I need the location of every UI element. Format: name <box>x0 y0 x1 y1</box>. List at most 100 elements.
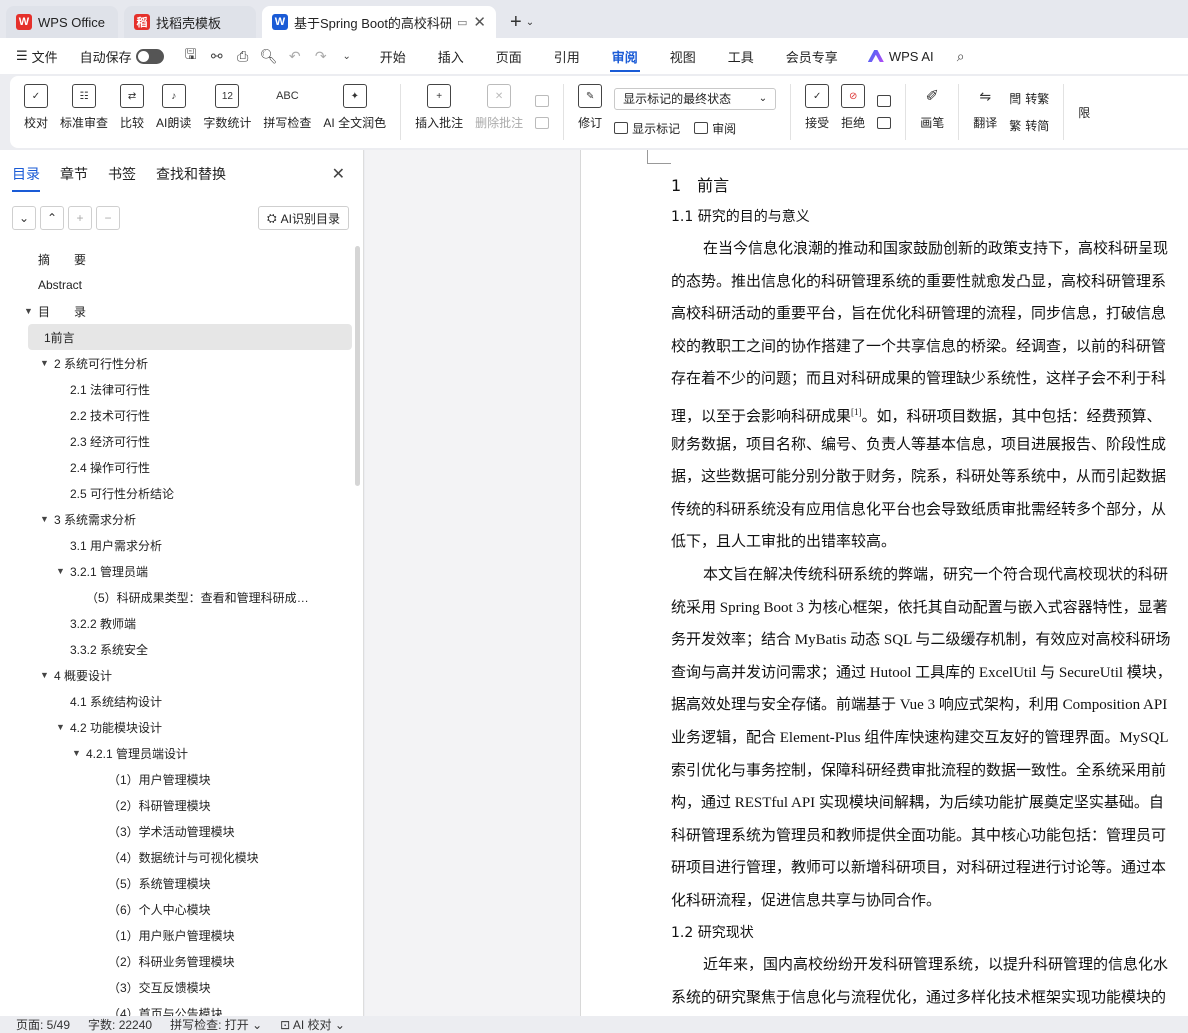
toc-item[interactable]: Abstract <box>0 272 364 298</box>
chevron-down-icon[interactable]: ⌄ <box>338 47 356 65</box>
document-page[interactable]: 1 前言 1.1 研究的目的与意义 在当今信息化浪潮的推动和国家鼓励创新的政策支… <box>580 150 1188 1016</box>
tab-view[interactable]: 视图 <box>668 39 698 74</box>
restrict-button[interactable]: 限 <box>1078 104 1090 121</box>
toc-item[interactable]: 2.4 操作可行性 <box>0 454 364 480</box>
link-icon[interactable]: ⚯ <box>208 47 226 65</box>
print-icon[interactable]: ⎙ <box>234 47 252 65</box>
expand-arrow-icon[interactable]: ▼ <box>40 358 49 368</box>
print-preview-icon[interactable]: 🔍︎ <box>260 47 278 65</box>
accept-button[interactable]: ✓ 接受 <box>805 76 829 148</box>
to-simplified-button[interactable]: 繁 转简 <box>1009 117 1049 134</box>
page-indicator[interactable]: 页面: 5/49 <box>16 1016 70 1033</box>
translate-button[interactable]: ⇋ 翻译 <box>973 76 997 148</box>
undo-icon[interactable]: ↶ <box>286 47 304 65</box>
insert-comment-button[interactable]: + 插入批注 <box>415 76 463 148</box>
toc-item[interactable]: （1）用户账户管理模块 <box>0 922 364 948</box>
expand-arrow-icon[interactable]: ▼ <box>40 670 49 680</box>
to-traditional-button[interactable]: 閆 转繁 <box>1009 90 1049 107</box>
toc-item[interactable]: （5）系统管理模块 <box>0 870 364 896</box>
proofread-button[interactable]: ✓ 校对 <box>24 76 48 148</box>
toc-item[interactable]: ▼ 4.2.1 管理员端设计 <box>0 740 364 766</box>
tab-insert[interactable]: 插入 <box>436 39 466 74</box>
toc-item[interactable]: 3.1 用户需求分析 <box>0 532 364 558</box>
chevron-down-icon[interactable]: ⌄ <box>526 17 534 28</box>
toc-item[interactable]: （2）科研管理模块 <box>0 792 364 818</box>
search-icon[interactable]: ⌕ <box>952 47 970 65</box>
redo-icon[interactable]: ↷ <box>312 47 330 65</box>
word-count-indicator[interactable]: 字数: 22240 <box>88 1016 152 1033</box>
toc-item[interactable]: ▼ 2 系统可行性分析 <box>0 350 364 376</box>
collapse-icon[interactable]: ⌄ <box>12 206 36 230</box>
autosave-toggle[interactable]: 自动保存 <box>80 47 164 66</box>
ai-polish-button[interactable]: ✦ AI 全文润色 <box>323 76 386 148</box>
review-pane-button[interactable]: 审阅 <box>712 120 736 137</box>
word-count-button[interactable]: 12 字数统计 <box>203 76 251 148</box>
close-icon[interactable]: ✕ <box>332 164 345 184</box>
tab-tools[interactable]: 工具 <box>726 39 756 74</box>
citation-ref[interactable]: [1] <box>851 407 862 417</box>
remove-icon[interactable]: − <box>96 206 120 230</box>
ai-read-button[interactable]: ♪ AI朗读 <box>156 76 191 148</box>
nav-tab-sections[interactable]: 章节 <box>60 164 88 192</box>
tab-wps-office[interactable]: W WPS Office <box>6 6 118 38</box>
toc-item[interactable]: ▼ 4.2 功能模块设计 <box>0 714 364 740</box>
toc-item[interactable]: ▼ 3.2.1 管理员端 <box>0 558 364 584</box>
prev-change-icon[interactable] <box>877 95 892 107</box>
toc-item[interactable]: 2.2 技术可行性 <box>0 402 364 428</box>
toc-item[interactable]: （3）交互反馈模块 <box>0 974 364 1000</box>
file-menu[interactable]: ☰ 文件 <box>16 47 58 66</box>
tab-home[interactable]: 开始 <box>378 39 408 74</box>
save-icon[interactable]: 🖫 <box>182 46 200 65</box>
toc-item[interactable]: （1）用户管理模块 <box>0 766 364 792</box>
add-icon[interactable]: + <box>68 206 92 230</box>
toc-item[interactable]: 2.5 可行性分析结论 <box>0 480 364 506</box>
toc-item[interactable]: 3.2.2 教师端 <box>0 610 364 636</box>
standard-review-button[interactable]: ☷ 标准审查 <box>60 76 108 148</box>
toc-item[interactable]: ▼ 3 系统需求分析 <box>0 506 364 532</box>
toc-item[interactable]: 2.1 法律可行性 <box>0 376 364 402</box>
next-comment-icon[interactable] <box>535 117 550 129</box>
expand-icon[interactable]: ⌃ <box>40 206 64 230</box>
toc-item[interactable]: 3.3.2 系统安全 <box>0 636 364 662</box>
nav-tab-find-replace[interactable]: 查找和替换 <box>156 164 226 192</box>
toc-item[interactable]: 1前言 <box>28 324 352 350</box>
nav-tab-bookmarks[interactable]: 书签 <box>108 164 136 192</box>
tab-docer[interactable]: 稻 找稻壳模板 <box>124 6 256 38</box>
tab-review[interactable]: 审阅 <box>609 39 640 74</box>
toc-item[interactable]: 4.1 系统结构设计 <box>0 688 364 714</box>
toc-item[interactable]: （4）数据统计与可视化模块 <box>0 844 364 870</box>
toc-item[interactable]: ▼ 4 概要设计 <box>0 662 364 688</box>
tab-page[interactable]: 页面 <box>494 39 524 74</box>
delete-comment-button[interactable]: ✕ 删除批注 <box>475 76 523 148</box>
wps-ai-button[interactable]: WPS AI <box>867 49 934 64</box>
toc-item[interactable]: 2.3 经济可行性 <box>0 428 364 454</box>
close-tab-icon[interactable]: ✕ <box>473 13 486 31</box>
expand-arrow-icon[interactable]: ▼ <box>72 748 81 758</box>
spell-check-indicator[interactable]: 拼写检查: 打开 ⌄ <box>170 1016 262 1033</box>
toc-item[interactable]: （2）科研业务管理模块 <box>0 948 364 974</box>
next-change-icon[interactable] <box>877 117 892 129</box>
expand-arrow-icon[interactable]: ▼ <box>24 306 33 316</box>
pen-button[interactable]: ✐ 画笔 <box>920 76 944 148</box>
toggle-switch[interactable] <box>135 48 164 64</box>
new-tab-button[interactable]: + ⌄ <box>502 6 542 38</box>
nav-tab-toc[interactable]: 目录 <box>12 164 40 192</box>
toc-item[interactable]: （3）学术活动管理模块 <box>0 818 364 844</box>
spell-check-button[interactable]: ABC 拼写检查 <box>263 76 311 148</box>
toc-item[interactable]: 摘 要 <box>0 246 364 272</box>
expand-arrow-icon[interactable]: ▼ <box>56 722 65 732</box>
tab-member[interactable]: 会员专享 <box>784 39 840 74</box>
ai-proof-indicator[interactable]: ⊡ AI 校对 ⌄ <box>280 1016 345 1033</box>
toc-item[interactable]: （6）个人中心模块 <box>0 896 364 922</box>
toc-item[interactable]: ▼ 目 录 <box>0 298 364 324</box>
show-markup-button[interactable]: 显示标记 <box>632 120 680 137</box>
compare-button[interactable]: ⇄ 比较 <box>120 76 144 148</box>
prev-comment-icon[interactable] <box>535 95 550 107</box>
tab-references[interactable]: 引用 <box>552 39 582 74</box>
expand-arrow-icon[interactable]: ▼ <box>56 566 65 576</box>
ai-toc-button[interactable]: ⛭ AI识别目录 <box>258 206 349 230</box>
expand-arrow-icon[interactable]: ▼ <box>40 514 49 524</box>
markup-state-select[interactable]: 显示标记的最终状态 ⌄ <box>614 87 777 110</box>
reject-button[interactable]: ⊘ 拒绝 <box>841 76 865 148</box>
toc-scrollbar[interactable] <box>355 246 360 486</box>
